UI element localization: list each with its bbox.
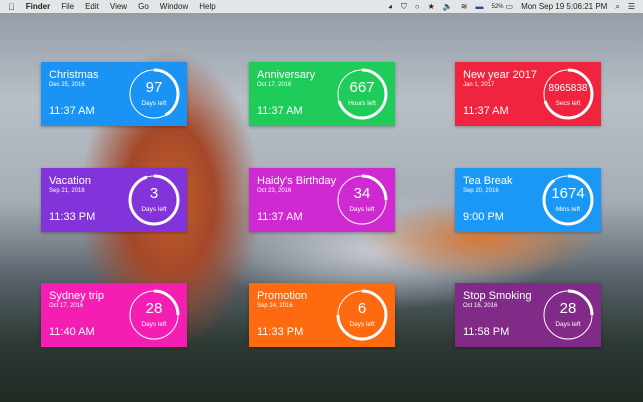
menu-file[interactable]: File xyxy=(61,2,74,11)
card-time: 11:40 AM xyxy=(49,326,95,338)
card-date: Sep 20, 2016 xyxy=(463,188,499,194)
card-unit: Hours left xyxy=(348,100,376,107)
countdown-card[interactable]: Promotion Sep 24, 2016 11:33 PM 6 Days l… xyxy=(249,283,395,347)
dropbox-icon[interactable]: ⛉ xyxy=(401,2,407,12)
card-unit: Secs left xyxy=(555,100,581,107)
card-time: 11:37 AM xyxy=(49,105,95,117)
menu-help[interactable]: Help xyxy=(199,2,215,11)
countdown-card[interactable]: Christmas Dec 25, 2016 11:37 AM 97 Days … xyxy=(41,62,187,126)
card-unit: Days left xyxy=(349,206,375,213)
star-icon[interactable]: ★ xyxy=(428,2,435,11)
card-value: 28 xyxy=(145,300,163,317)
card-time: 11:58 PM xyxy=(463,326,510,338)
card-unit: Days left xyxy=(349,321,375,328)
card-title: Anniversary xyxy=(257,69,316,81)
menu-window[interactable]: Window xyxy=(160,2,188,11)
card-date: Sep 21, 2016 xyxy=(49,188,85,194)
flag-icon[interactable]: ▬ xyxy=(475,2,483,11)
countdown-card[interactable]: Vacation Sep 21, 2016 11:33 PM 3 Days le… xyxy=(41,168,187,232)
list-icon[interactable]: ☰ xyxy=(628,2,635,11)
card-title: Tea Break xyxy=(463,175,513,187)
countdown-card[interactable]: Anniversary Oct 17, 2016 11:37 AM 667 Ho… xyxy=(249,62,395,126)
card-value: 3 xyxy=(149,185,159,202)
card-time: 11:37 AM xyxy=(257,211,303,223)
countdown-card[interactable]: New year 2017 Jan 1, 2017 11:37 AM 89658… xyxy=(455,62,601,126)
card-unit: Days left xyxy=(141,100,167,107)
menu-view[interactable]: View xyxy=(110,2,127,11)
search-icon[interactable]: ⌕ xyxy=(615,2,619,12)
status-icon-1[interactable]: ◕ xyxy=(388,2,393,11)
battery-icon[interactable]: ▭ xyxy=(506,2,514,11)
countdown-card[interactable]: Haidy's Birthday Oct 23, 2016 11:37 AM 3… xyxy=(249,168,395,232)
countdown-card[interactable]: Tea Break Sep 20, 2016 9:00 PM 1674 Mins… xyxy=(455,168,601,232)
card-unit: Days left xyxy=(555,321,581,328)
card-unit: Days left xyxy=(141,206,167,213)
card-date: Sep 24, 2016 xyxy=(257,303,293,309)
card-value: 8965838 xyxy=(548,83,588,94)
card-value: 28 xyxy=(559,300,577,317)
circle-icon[interactable]: ○ xyxy=(415,2,420,11)
card-time: 9:00 PM xyxy=(463,211,504,223)
countdown-card[interactable]: Sydney trip Oct 17, 2016 11:40 AM 28 Day… xyxy=(41,283,187,347)
card-date: Jan 1, 2017 xyxy=(463,82,495,88)
countdown-card[interactable]: Stop Smoking Oct 16, 2016 11:58 PM 28 Da… xyxy=(455,283,601,347)
menu-go[interactable]: Go xyxy=(138,2,149,11)
clock[interactable]: Mon Sep 19 5:06:21 PM xyxy=(521,2,607,11)
progress-ring xyxy=(542,68,594,120)
volume-icon[interactable]: 🔈 xyxy=(443,2,453,11)
card-date: Oct 23, 2016 xyxy=(257,188,292,194)
card-value: 1674 xyxy=(551,185,585,202)
card-title: Promotion xyxy=(257,290,308,302)
card-unit: Days left xyxy=(141,321,167,328)
wifi-icon[interactable]: ≋ xyxy=(461,2,468,11)
menu-edit[interactable]: Edit xyxy=(85,2,99,11)
app-menu[interactable]: Finder xyxy=(26,2,50,11)
card-date: Oct 16, 2016 xyxy=(463,303,498,309)
card-date: Dec 25, 2016 xyxy=(49,82,85,88)
card-value: 34 xyxy=(353,185,371,202)
card-date: Oct 17, 2016 xyxy=(257,82,292,88)
card-time: 11:33 PM xyxy=(49,211,96,223)
apple-menu-icon[interactable]:  xyxy=(8,2,15,12)
card-date: Oct 17, 2016 xyxy=(49,303,84,309)
card-value: 667 xyxy=(349,79,375,96)
card-value: 6 xyxy=(357,300,367,317)
card-value: 97 xyxy=(145,79,163,96)
card-title: Sydney trip xyxy=(49,290,105,302)
card-title: Stop Smoking xyxy=(463,290,532,302)
card-time: 11:33 PM xyxy=(257,326,304,338)
menu-bar:  Finder File Edit View Go Window Help ◕… xyxy=(0,0,643,13)
card-time: 11:37 AM xyxy=(257,105,303,117)
card-title: Haidy's Birthday xyxy=(257,175,337,187)
card-time: 11:37 AM xyxy=(463,105,509,117)
battery-percent[interactable]: 52% xyxy=(491,4,503,10)
card-unit: Mins left xyxy=(555,206,581,213)
card-title: Vacation xyxy=(49,175,91,187)
card-title: Christmas xyxy=(49,69,99,81)
card-title: New year 2017 xyxy=(463,69,537,81)
